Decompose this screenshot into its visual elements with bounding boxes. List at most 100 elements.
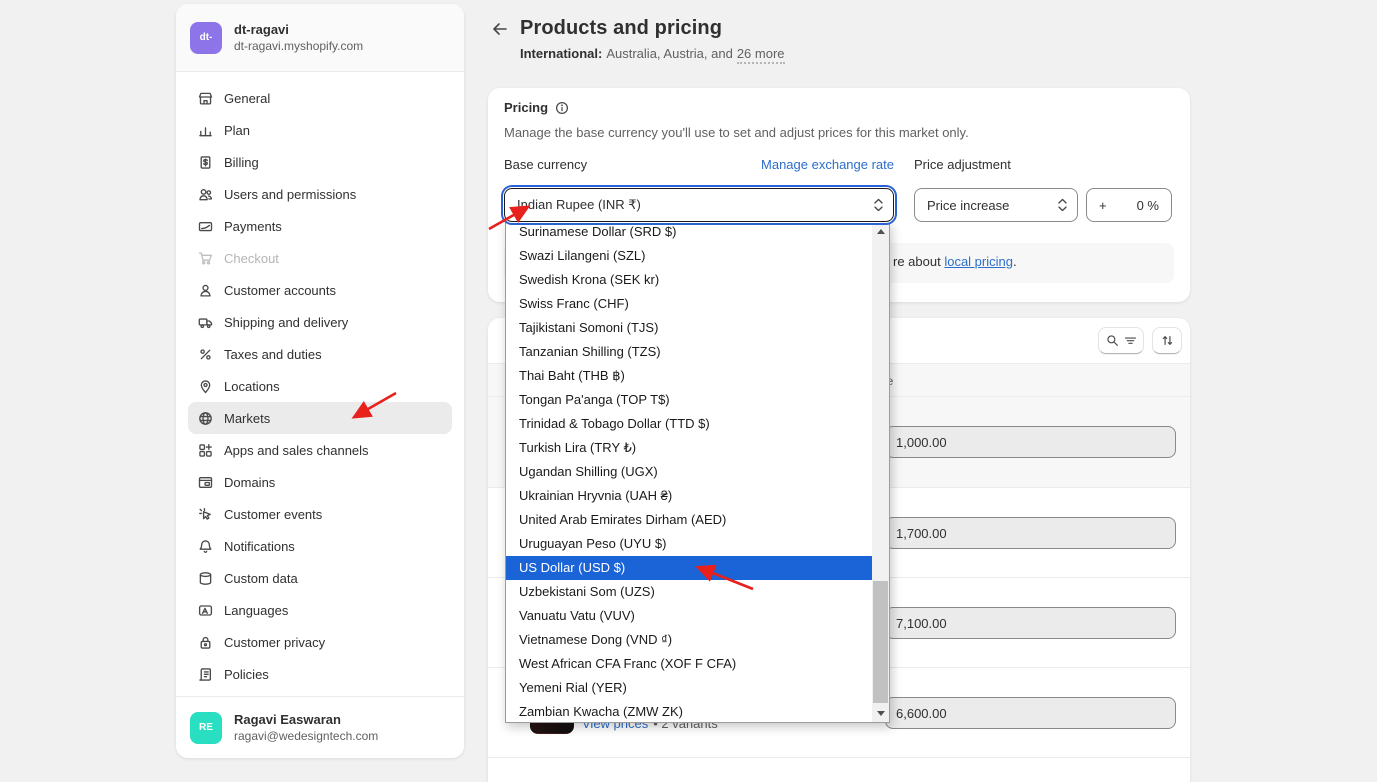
table-row — [488, 758, 1190, 782]
browser-window-icon — [198, 475, 213, 490]
page-header: Products and pricing International:Austr… — [490, 17, 785, 61]
currency-option[interactable]: United Arab Emirates Dirham (AED) — [506, 508, 872, 532]
sidebar-item-shipping[interactable]: Shipping and delivery — [188, 306, 452, 338]
currency-option[interactable]: Yemeni Rial (YER) — [506, 676, 872, 700]
sidebar-item-custom-data[interactable]: Custom data — [188, 562, 452, 594]
sidebar-item-general[interactable]: General — [188, 82, 452, 114]
card-icon — [198, 219, 213, 234]
globe-icon — [198, 411, 213, 426]
location-pin-icon — [198, 379, 213, 394]
sidebar-item-customer-events[interactable]: Customer events — [188, 498, 452, 530]
store-icon — [198, 91, 213, 106]
receipt-icon — [198, 155, 213, 170]
currency-option[interactable]: Surinamese Dollar (SRD $) — [506, 222, 872, 244]
currency-option[interactable]: Zambian Kwacha (ZMW ZK) — [506, 700, 872, 723]
lock-icon — [198, 635, 213, 650]
store-domain: dt-ragavi.myshopify.com — [234, 39, 363, 54]
currency-option[interactable]: Trinidad & Tobago Dollar (TTD $) — [506, 412, 872, 436]
currency-option[interactable]: West African CFA Franc (XOF F CFA) — [506, 652, 872, 676]
currency-option[interactable]: Ugandan Shilling (UGX) — [506, 460, 872, 484]
base-currency-label: Base currency — [504, 157, 587, 172]
more-regions-link[interactable]: 26 more — [737, 46, 785, 64]
user-email: ragavi@wedesigntech.com — [234, 729, 378, 744]
price-input[interactable]: 1,700.00 — [885, 517, 1176, 549]
person-icon — [198, 283, 213, 298]
scrollbar-thumb[interactable] — [873, 581, 888, 703]
sort-button[interactable] — [1152, 327, 1182, 354]
apps-grid-icon — [198, 443, 213, 458]
filter-icon — [1124, 334, 1137, 347]
scroll-down-button[interactable] — [872, 705, 889, 722]
language-icon — [198, 603, 213, 618]
sidebar-item-languages[interactable]: Languages — [188, 594, 452, 626]
pricing-card-title: Pricing — [504, 100, 548, 115]
currency-option[interactable]: Uzbekistani Som (UZS) — [506, 580, 872, 604]
scroll-up-button[interactable] — [872, 223, 889, 240]
sidebar-item-domains[interactable]: Domains — [188, 466, 452, 498]
page-title: Products and pricing — [520, 17, 722, 40]
info-icon[interactable] — [555, 101, 569, 115]
price-input[interactable]: 1,000.00 — [885, 426, 1176, 458]
banner-text-fragment: re about — [893, 254, 944, 269]
pricing-card-description: Manage the base currency you'll use to s… — [504, 125, 969, 140]
currency-option[interactable]: Tajikistani Somoni (TJS) — [506, 316, 872, 340]
currency-option[interactable]: Swedish Krona (SEK kr) — [506, 268, 872, 292]
currency-option[interactable]: Tanzanian Shilling (TZS) — [506, 340, 872, 364]
market-regions: Australia, Austria, and — [606, 46, 732, 61]
percent-icon — [198, 347, 213, 362]
sidebar-item-users[interactable]: Users and permissions — [188, 178, 452, 210]
currency-option[interactable]: Vietnamese Dong (VND ₫) — [506, 628, 872, 652]
store-avatar: dt- — [190, 22, 222, 54]
sidebar-item-notifications[interactable]: Notifications — [188, 530, 452, 562]
market-subtitle: International:Australia, Austria, and26 … — [520, 46, 785, 61]
currency-option[interactable]: Swiss Franc (CHF) — [506, 292, 872, 316]
sidebar-item-locations[interactable]: Locations — [188, 370, 452, 402]
search-icon — [1106, 334, 1119, 347]
store-switcher[interactable]: dt- dt-ragavi dt-ragavi.myshopify.com — [176, 4, 464, 72]
back-arrow-icon[interactable] — [490, 19, 510, 39]
search-filter-button[interactable] — [1098, 327, 1144, 354]
sidebar-item-customer-accounts[interactable]: Customer accounts — [188, 274, 452, 306]
currency-option[interactable]: Vanuatu Vatu (VUV) — [506, 604, 872, 628]
user-avatar: RE — [190, 712, 222, 744]
sidebar-item-plan[interactable]: Plan — [188, 114, 452, 146]
local-pricing-link[interactable]: local pricing — [944, 254, 1013, 269]
currency-option[interactable]: Tongan Pa'anga (TOP T$) — [506, 388, 872, 412]
cart-icon — [198, 251, 213, 266]
database-icon — [198, 571, 213, 586]
users-icon — [198, 187, 213, 202]
currency-option-highlighted[interactable]: US Dollar (USD $) — [506, 556, 872, 580]
manage-exchange-rate-link[interactable]: Manage exchange rate — [761, 157, 894, 172]
price-adjustment-type-select[interactable]: Price increase — [914, 188, 1078, 222]
sidebar-item-taxes[interactable]: Taxes and duties — [188, 338, 452, 370]
store-name: dt-ragavi — [234, 22, 363, 38]
sidebar-item-payments[interactable]: Payments — [188, 210, 452, 242]
truck-icon — [198, 315, 213, 330]
bell-icon — [198, 539, 213, 554]
currency-option[interactable]: Turkish Lira (TRY ₺) — [506, 436, 872, 460]
currency-option[interactable]: Swazi Lilangeni (SZL) — [506, 244, 872, 268]
sort-arrows-icon — [1161, 334, 1174, 347]
user-account[interactable]: RE Ragavi Easwaran ragavi@wedesigntech.c… — [176, 696, 464, 758]
dropdown-scrollbar[interactable] — [872, 223, 889, 722]
currency-option[interactable]: Uruguayan Peso (UYU $) — [506, 532, 872, 556]
price-input[interactable]: 6,600.00 — [885, 697, 1176, 729]
chevron-updown-icon — [873, 198, 884, 213]
cursor-click-icon — [198, 507, 213, 522]
price-adjustment-label: Price adjustment — [914, 157, 1011, 172]
price-input[interactable]: 7,100.00 — [885, 607, 1176, 639]
sidebar-item-policies[interactable]: Policies — [188, 658, 452, 690]
price-adjustment-value-input[interactable]: + 0 % — [1086, 188, 1172, 222]
currency-option[interactable]: Thai Baht (THB ฿) — [506, 364, 872, 388]
base-currency-select[interactable]: Indian Rupee (INR ₹) — [504, 188, 894, 222]
currency-option[interactable]: Ukrainian Hryvnia (UAH ₴) — [506, 484, 872, 508]
sidebar-item-markets[interactable]: Markets — [188, 402, 452, 434]
document-icon — [198, 667, 213, 682]
user-name: Ragavi Easwaran — [234, 712, 378, 728]
settings-nav: General Plan Billing Users and permissio… — [176, 72, 464, 700]
chevron-updown-icon — [1057, 198, 1068, 213]
sidebar-item-apps[interactable]: Apps and sales channels — [188, 434, 452, 466]
sidebar-item-checkout: Checkout — [188, 242, 452, 274]
sidebar-item-customer-privacy[interactable]: Customer privacy — [188, 626, 452, 658]
sidebar-item-billing[interactable]: Billing — [188, 146, 452, 178]
